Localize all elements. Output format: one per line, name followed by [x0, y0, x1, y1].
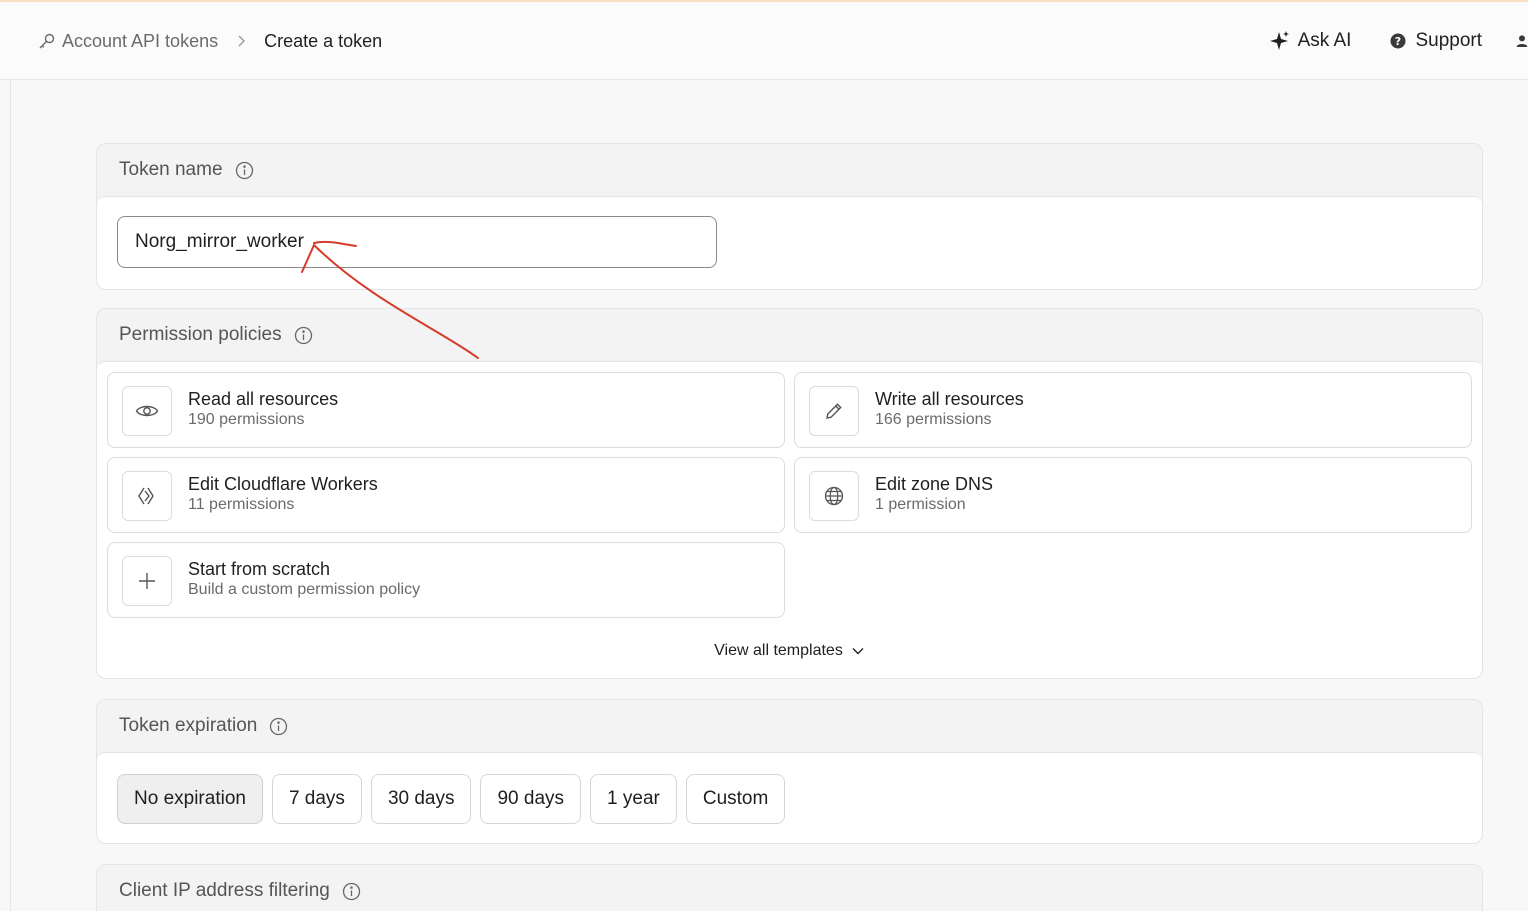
token-expiration-header: Token expiration: [97, 700, 1482, 752]
template-title: Read all resources: [188, 389, 339, 409]
token-name-section: Token name: [96, 143, 1483, 290]
view-all-templates-label: View all templates: [714, 642, 843, 659]
sparkle-icon: [1269, 31, 1289, 50]
svg-text:?: ?: [1395, 35, 1401, 48]
template-subtitle: 11 permissions: [188, 496, 295, 513]
template-start-from-scratch[interactable]: Start from scratch Build a custom permis…: [107, 542, 785, 618]
expiration-option-1-year[interactable]: 1 year: [590, 774, 677, 824]
breadcrumb-parent-link[interactable]: Account API tokens: [62, 31, 218, 52]
template-subtitle: 166 permissions: [875, 411, 992, 428]
expiration-option-custom[interactable]: Custom: [685, 774, 786, 824]
client-ip-filtering-header: Client IP address filtering: [97, 865, 1482, 911]
token-name-header: Token name: [97, 144, 1482, 196]
breadcrumb: Account API tokens Create a token: [38, 28, 382, 54]
ask-ai-button[interactable]: Ask AI: [1268, 30, 1352, 52]
template-title: Start from scratch: [188, 559, 331, 579]
plus-icon: [122, 556, 172, 606]
token-expiration-body: No expiration 7 days 30 days 90 days 1 y…: [97, 752, 1482, 843]
header-actions: Ask AI ? Support: [1268, 28, 1528, 54]
template-read-all[interactable]: Read all resources 190 permissions: [107, 372, 785, 448]
token-expiration-label: Token expiration: [119, 715, 258, 736]
key-icon: [38, 32, 56, 50]
breadcrumb-current: Create a token: [264, 30, 383, 51]
chevron-down-icon: [852, 648, 864, 655]
token-name-body: [97, 196, 1482, 289]
ask-ai-label: Ask AI: [1297, 30, 1352, 51]
permission-policies-section: Permission policies Read all resources 1…: [96, 308, 1483, 679]
template-subtitle: 190 permissions: [188, 411, 305, 428]
globe-icon: [809, 471, 859, 521]
expiration-option-30-days[interactable]: 30 days: [370, 774, 472, 824]
template-edit-workers[interactable]: Edit Cloudflare Workers 11 permissions: [107, 457, 785, 533]
permission-policies-header: Permission policies: [97, 309, 1482, 361]
template-edit-zone-dns[interactable]: Edit zone DNS 1 permission: [794, 457, 1472, 533]
page-header: Account API tokens Create a token Ask AI…: [0, 2, 1528, 80]
template-title: Write all resources: [875, 389, 1024, 409]
breadcrumb-chevron-icon: [236, 34, 246, 48]
template-subtitle: 1 permission: [875, 496, 966, 513]
view-all-templates-button[interactable]: View all templates: [97, 642, 1482, 660]
info-icon[interactable]: [294, 326, 313, 345]
token-name-label: Token name: [119, 159, 223, 180]
info-icon[interactable]: [235, 161, 254, 180]
expiration-option-90-days[interactable]: 90 days: [480, 774, 582, 824]
expiration-option-7-days[interactable]: 7 days: [271, 774, 362, 824]
support-label: Support: [1415, 30, 1482, 51]
sidebar-edge-lower: [10, 80, 11, 911]
help-icon: ?: [1390, 33, 1406, 49]
support-button[interactable]: ? Support: [1389, 30, 1482, 52]
token-expiration-section: Token expiration No expiration 7 days 30…: [96, 699, 1483, 844]
eye-icon: [122, 386, 172, 436]
workers-icon: [122, 471, 172, 521]
pencil-icon: [809, 386, 859, 436]
permission-policies-label: Permission policies: [119, 324, 282, 345]
token-name-input[interactable]: [117, 216, 717, 268]
template-title: Edit zone DNS: [875, 474, 994, 494]
template-title: Edit Cloudflare Workers: [188, 474, 378, 494]
expiration-options: No expiration 7 days 30 days 90 days 1 y…: [117, 774, 794, 824]
template-subtitle: Build a custom permission policy: [188, 581, 421, 598]
template-write-all[interactable]: Write all resources 166 permissions: [794, 372, 1472, 448]
client-ip-filtering-section: Client IP address filtering: [96, 864, 1483, 911]
info-icon[interactable]: [342, 882, 361, 901]
user-icon[interactable]: [1516, 31, 1528, 51]
expiration-option-no-expiration[interactable]: No expiration: [117, 774, 263, 824]
info-icon[interactable]: [269, 717, 288, 736]
permission-templates-body: Read all resources 190 permissions Write…: [97, 361, 1482, 678]
client-ip-filtering-label: Client IP address filtering: [119, 880, 330, 901]
